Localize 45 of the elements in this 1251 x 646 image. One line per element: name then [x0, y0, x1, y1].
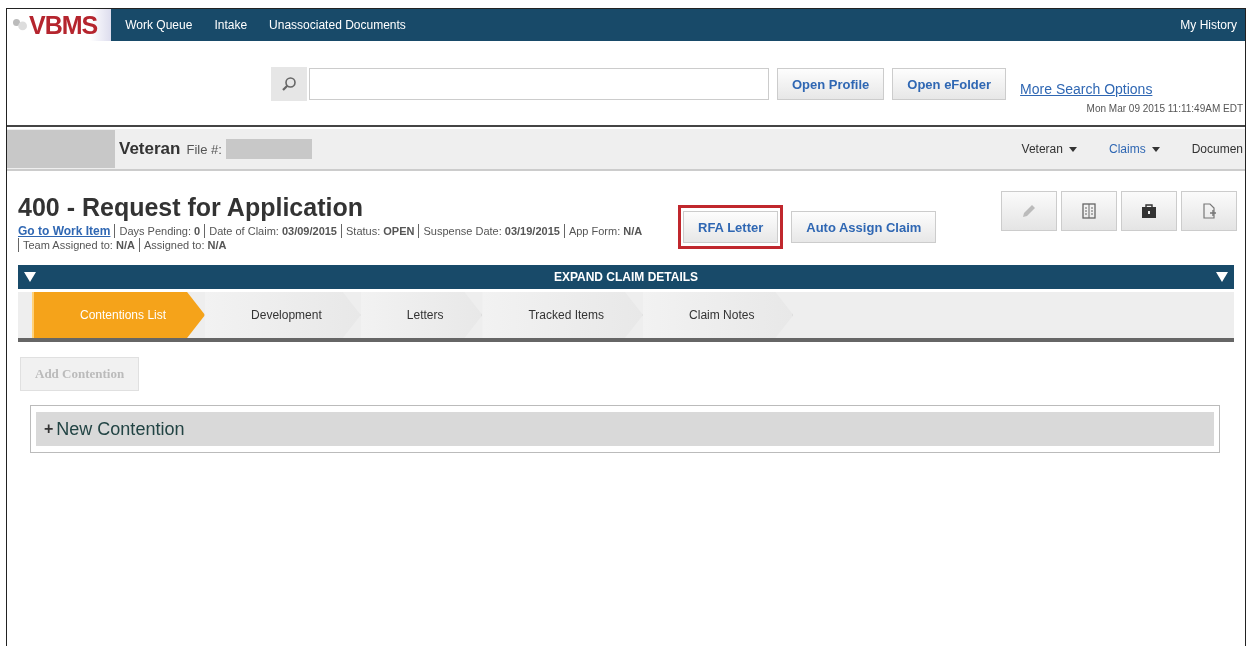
triangle-icon: [1216, 272, 1228, 282]
pencil-icon: [1021, 203, 1037, 219]
nav-link[interactable]: Work Queue: [125, 18, 193, 32]
workflow-tab[interactable]: Development: [205, 292, 361, 338]
timestamp: Mon Mar 09 2015 11:11:49AM EDT: [1086, 103, 1243, 114]
caret-icon: [1151, 146, 1160, 152]
plus-sign: +: [44, 420, 54, 438]
briefcase-icon: [1141, 203, 1157, 219]
menu-link[interactable]: Documen: [1191, 142, 1243, 156]
claim-field: Days Pending: 0: [114, 224, 205, 238]
veteran-title: Veteran: [119, 139, 181, 159]
open-button[interactable]: Open Profile: [777, 68, 885, 100]
go-to-work-item-link[interactable]: Go to Work Item: [18, 224, 111, 238]
menu-link[interactable]: Veteran: [1021, 142, 1077, 156]
menu-link[interactable]: Claims: [1108, 142, 1160, 156]
claim-field: Team Assigned to: N/A: [18, 238, 139, 252]
claim-field: Status: OPEN: [341, 224, 419, 238]
new-contention-row[interactable]: + New Contention: [36, 412, 1214, 446]
search-button[interactable]: [271, 67, 307, 101]
auto-assign-button[interactable]: Auto Assign Claim: [791, 211, 937, 243]
open-button[interactable]: Open eFolder: [892, 68, 1007, 100]
expand-claim-details-bar[interactable]: EXPAND CLAIM DETAILS: [18, 265, 1234, 289]
nav-link[interactable]: My History: [1180, 18, 1237, 32]
file-number-label: File #:: [186, 141, 222, 157]
more-search-options-link[interactable]: More Search Options: [1020, 81, 1153, 97]
workflow-tab[interactable]: Claim Notes: [643, 292, 794, 338]
claim-field: Assigned to: N/A: [138, 238, 231, 252]
columns-icon: [1082, 203, 1096, 219]
workflow-tab[interactable]: Letters: [360, 292, 483, 338]
toolbar-button[interactable]: [1121, 191, 1177, 231]
triangle-icon: [24, 272, 36, 282]
nav-link[interactable]: Unassociated Documents: [269, 18, 406, 32]
claim-field: Date of Claim: 03/09/2015: [204, 224, 341, 238]
nav-link[interactable]: Intake: [214, 18, 248, 32]
new-contention-label: New Contention: [56, 418, 185, 440]
claim-field: Suspense Date: 03/19/2015: [418, 224, 564, 238]
search-icon: [281, 76, 297, 92]
search-field[interactable]: [309, 68, 769, 100]
claim-field: App Form: N/A: [563, 224, 647, 238]
claim-title: 400 - Request for Application: [18, 193, 364, 222]
workflow-tab[interactable]: Tracked Items: [482, 292, 644, 338]
add-document-icon: [1201, 203, 1217, 219]
caret-icon: [1068, 146, 1077, 152]
rfa-letter-button[interactable]: RFA Letter: [683, 211, 779, 243]
logo[interactable]: VBMS: [7, 9, 112, 41]
